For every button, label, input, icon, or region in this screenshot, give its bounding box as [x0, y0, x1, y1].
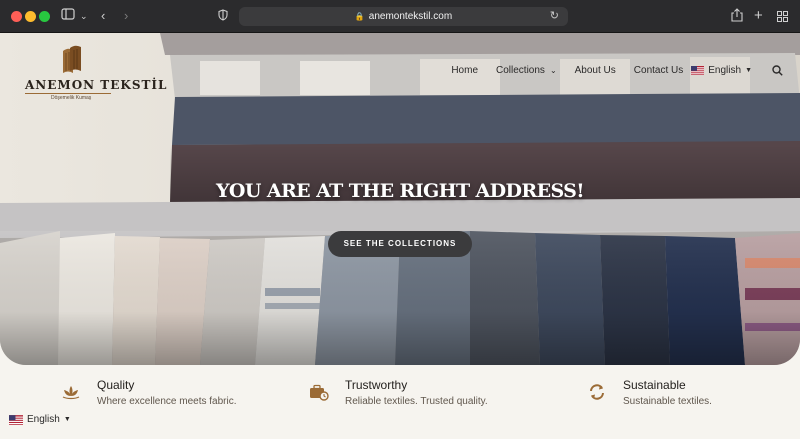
briefcase-clock-icon [310, 384, 329, 401]
maximize-window-icon[interactable] [39, 11, 50, 22]
caret-down-icon: ▼ [63, 416, 71, 423]
main-nav: Home Collections ⌄ About Us Contact Us En… [451, 62, 784, 78]
forward-chevron-icon[interactable]: › [124, 8, 128, 24]
lotus-icon [62, 386, 80, 400]
footer-language-selector[interactable]: English ▼ [9, 414, 71, 425]
feature-subtitle: Sustainable textiles. [623, 396, 712, 407]
logo-divider [25, 93, 111, 94]
sidebar-icon[interactable] [61, 8, 75, 24]
brand-name: ANEMON TEKSTİL [25, 78, 168, 92]
nav-collections-label: Collections [496, 64, 545, 76]
close-window-icon[interactable] [11, 11, 22, 22]
caret-down-icon: ▼ [745, 66, 752, 74]
minimize-window-icon[interactable] [25, 11, 36, 22]
search-icon[interactable] [770, 63, 784, 77]
feature-title: Sustainable [623, 378, 686, 392]
brand-logo[interactable]: ANEMON TEKSTİL Döşemelik Kumaş [24, 45, 166, 109]
recycle-icon [590, 384, 604, 400]
grid-icon[interactable] [777, 10, 788, 26]
features-row: Quality Where excellence meets fabric. T… [0, 365, 800, 439]
page: ANEMON TEKSTİL Döşemelik Kumaş Home Coll… [0, 33, 800, 439]
nav-home[interactable]: Home [451, 65, 478, 76]
reload-icon[interactable]: ↻ [550, 7, 559, 26]
fabric-roll-logo-icon [63, 45, 81, 73]
plus-icon[interactable]: + [754, 8, 763, 24]
share-icon[interactable] [731, 8, 743, 26]
us-flag-icon [691, 65, 705, 75]
footer-language-label: English [27, 414, 60, 425]
nav-about-us[interactable]: About Us [575, 65, 616, 76]
nav-contact-us[interactable]: Contact Us [634, 65, 683, 76]
brand-tagline: Döşemelik Kumaş [51, 95, 92, 101]
language-selector[interactable]: English ▼ [691, 65, 752, 76]
hero-title: YOU ARE AT THE RIGHT ADDRESS! [215, 180, 585, 202]
feature-subtitle: Where excellence meets fabric. [97, 396, 237, 407]
see-collections-button[interactable]: SEE THE COLLECTIONS [328, 231, 472, 257]
address-bar[interactable]: 🔒 anemontekstil.com ↻ [239, 7, 568, 26]
nav-collections[interactable]: Collections ⌄ [496, 65, 557, 76]
address-bar-url: anemontekstil.com [368, 11, 453, 22]
feature-title: Trustworthy [345, 378, 408, 392]
chevron-down-icon: ⌄ [549, 65, 557, 75]
chevron-down-icon[interactable]: ⌄ [80, 8, 88, 24]
feature-title: Quality [97, 378, 135, 392]
feature-subtitle: Reliable textiles. Trusted quality. [345, 396, 488, 407]
browser-toolbar: ⌄ ‹ › 🔒 anemontekstil.com ↻ + [0, 0, 800, 33]
us-flag-icon [9, 414, 23, 425]
privacy-shield-icon[interactable] [218, 9, 228, 25]
back-chevron-icon[interactable]: ‹ [101, 8, 105, 24]
hero-banner: ANEMON TEKSTİL Döşemelik Kumaş Home Coll… [0, 33, 800, 365]
language-label: English [708, 64, 742, 76]
lock-icon: 🔒 [354, 12, 365, 21]
